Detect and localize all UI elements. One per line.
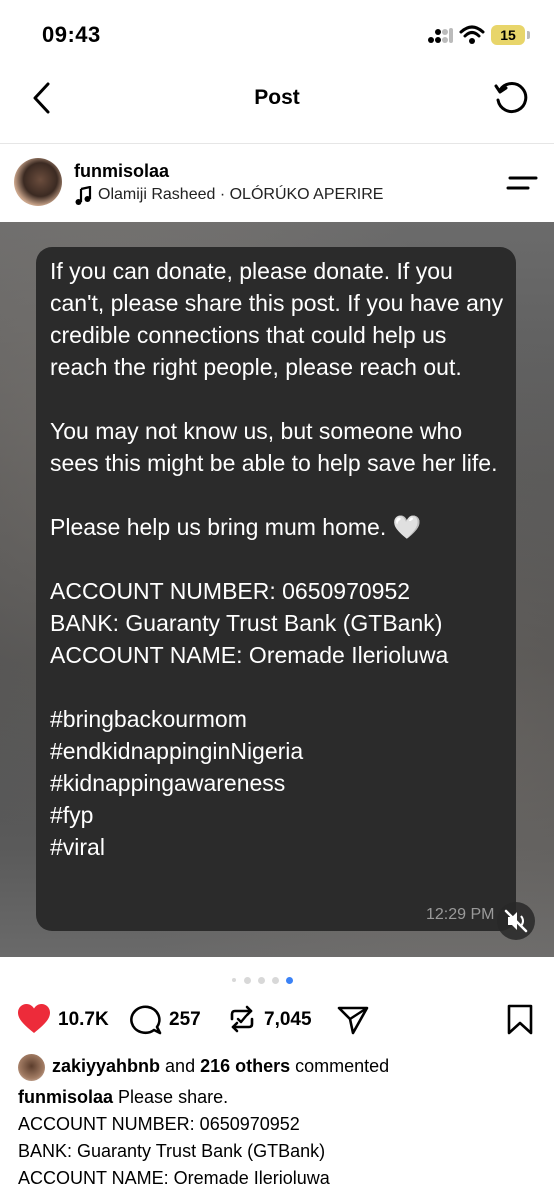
share-icon[interactable] <box>336 1003 370 1035</box>
post-caption: funmisolaa Please share. ACCOUNT NUMBER:… <box>18 1084 538 1192</box>
comment-count[interactable]: 257 <box>169 1009 201 1031</box>
like-count[interactable]: 10.7K <box>58 1009 109 1031</box>
mute-icon[interactable] <box>497 902 535 940</box>
repost-count[interactable]: 7,045 <box>264 1009 312 1031</box>
others-count[interactable]: 216 others <box>200 1056 290 1076</box>
post-media[interactable]: If you can donate, please donate. If you… <box>0 222 554 957</box>
wifi-icon <box>459 25 485 44</box>
signal-icon <box>428 28 453 43</box>
commenter-avatar[interactable] <box>18 1054 45 1081</box>
post-username[interactable]: funmisolaa <box>74 161 169 182</box>
menu-icon[interactable] <box>506 172 538 194</box>
carousel-dot <box>232 978 236 982</box>
carousel-dot <box>258 977 265 984</box>
battery-tip <box>527 31 530 39</box>
comments-summary[interactable]: zakiyyahbnb and 216 others commented <box>52 1056 389 1077</box>
carousel-dot <box>244 977 251 984</box>
refresh-icon[interactable] <box>492 80 530 118</box>
message-text: If you can donate, please donate. If you… <box>50 258 504 860</box>
status-time: 09:43 <box>42 22 101 47</box>
message-timestamp: 12:29 PM <box>426 906 495 923</box>
music-note-icon <box>75 186 92 205</box>
carousel-dot <box>272 977 279 984</box>
bookmark-icon[interactable] <box>505 1003 535 1035</box>
audio-track-link[interactable]: Olamiji Rasheed · OLÓRÚKO APERIRE <box>98 186 383 204</box>
heart-icon[interactable] <box>17 1003 51 1035</box>
avatar[interactable] <box>14 158 62 206</box>
comment-icon[interactable] <box>130 1003 162 1035</box>
page-title: Post <box>254 86 300 109</box>
caption-username[interactable]: funmisolaa <box>18 1087 113 1107</box>
carousel-dot-active <box>286 977 293 984</box>
nav-divider <box>0 143 554 144</box>
comments-suffix: commented <box>290 1056 390 1076</box>
commenter-username[interactable]: zakiyyahbnb <box>52 1056 160 1076</box>
comments-and: and <box>160 1056 201 1076</box>
battery-indicator: 15 <box>491 25 525 45</box>
repost-icon[interactable] <box>226 1003 258 1035</box>
